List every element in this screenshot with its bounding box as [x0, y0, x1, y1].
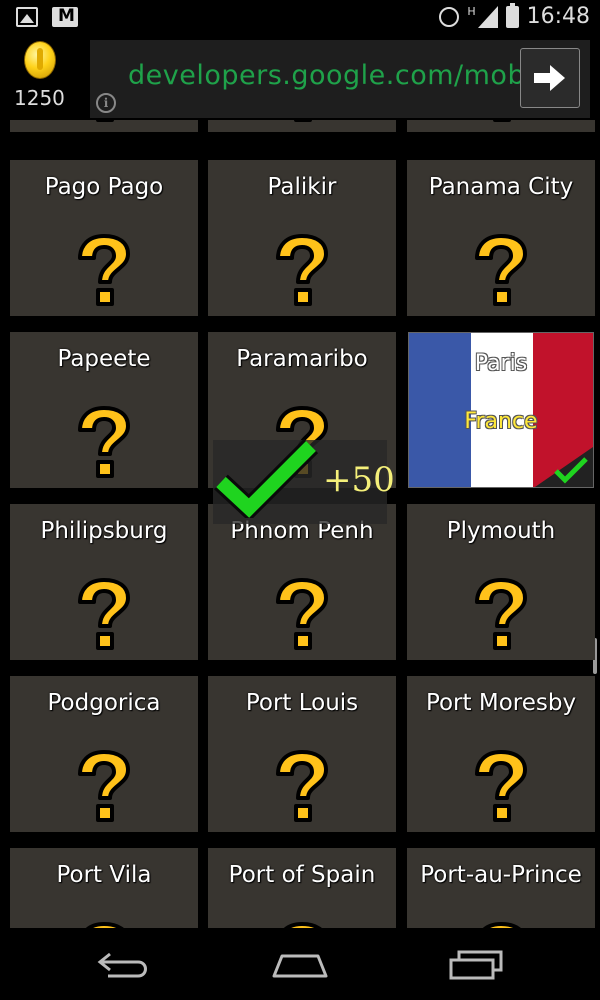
question-mark-icon	[276, 234, 328, 306]
recent-apps-icon[interactable]	[447, 942, 507, 986]
arrow-right-icon[interactable]	[520, 48, 580, 108]
question-mark-icon	[475, 234, 527, 306]
tile-partial[interactable]	[407, 120, 595, 132]
coin-icon	[24, 41, 56, 79]
check-icon	[554, 457, 588, 484]
check-icon	[214, 438, 319, 518]
question-mark-icon	[493, 120, 511, 122]
tile-city[interactable]: Phnom Penh	[208, 504, 396, 660]
tile-name: Philipsburg	[40, 518, 168, 544]
network-type: H	[467, 5, 476, 18]
tile-name: Paris	[474, 351, 528, 376]
reward-popup: +50	[213, 438, 395, 524]
question-mark-icon	[96, 120, 114, 122]
ad-banner[interactable]: developers.google.com/mob… i	[90, 40, 590, 118]
tile-partial[interactable]	[10, 120, 198, 132]
tile-name: Plymouth	[446, 518, 556, 544]
tile-name: Port of Spain	[228, 862, 376, 888]
tile-city[interactable]: Philipsburg	[10, 504, 198, 660]
tile-solved-flag[interactable]: Paris France	[408, 332, 594, 488]
coin-count: 1250	[14, 86, 65, 110]
tile-name: Port-au-Prince	[420, 862, 582, 888]
tile-name: Panama City	[428, 174, 574, 200]
tile-name: Papeete	[57, 346, 151, 372]
question-mark-icon	[78, 234, 130, 306]
reward-points: +50	[323, 460, 395, 500]
tile-city[interactable]: Pago Pago	[10, 160, 198, 316]
header: 1250 developers.google.com/mob… i	[0, 38, 600, 120]
status-bar: H 16:48	[0, 0, 600, 38]
tile-city[interactable]: Port Louis	[208, 676, 396, 832]
question-mark-icon	[78, 578, 130, 650]
home-icon[interactable]	[270, 942, 330, 986]
tile-name: Port Louis	[245, 690, 359, 716]
tile-name: Paramaribo	[236, 346, 368, 372]
tile-name: Port Vila	[56, 862, 152, 888]
question-mark-icon	[482, 922, 521, 928]
tile-city[interactable]: Palikir	[208, 160, 396, 316]
ad-url[interactable]: developers.google.com/mob…	[128, 60, 553, 91]
tile-city[interactable]: Port-au-Prince	[407, 848, 595, 928]
battery-icon	[505, 2, 519, 28]
question-mark-icon	[294, 120, 312, 122]
question-mark-icon	[85, 922, 124, 928]
info-icon[interactable]: i	[96, 93, 116, 113]
question-mark-icon	[475, 578, 527, 650]
tile-name: Podgorica	[47, 690, 161, 716]
tile-name: Pago Pago	[44, 174, 164, 200]
clock: 16:48	[526, 4, 590, 29]
tile-partial[interactable]	[208, 120, 396, 132]
navigation-bar	[0, 928, 600, 1000]
tile-city[interactable]: Port Vila	[10, 848, 198, 928]
tile-name: Palikir	[267, 174, 337, 200]
signal-icon	[477, 5, 498, 28]
tile-city[interactable]: Port of Spain	[208, 848, 396, 928]
question-mark-icon	[283, 922, 322, 928]
tile-city[interactable]: Papeete	[10, 332, 198, 488]
tile-city[interactable]: Port Moresby	[407, 676, 595, 832]
tile-city[interactable]: Panama City	[407, 160, 595, 316]
question-mark-icon	[475, 750, 527, 822]
question-mark-icon	[78, 406, 130, 478]
tile-country: France	[464, 409, 538, 434]
gmail-icon	[52, 6, 78, 27]
alarm-icon	[439, 6, 460, 27]
gallery-icon	[16, 7, 38, 27]
tile-city[interactable]: Podgorica	[10, 676, 198, 832]
question-mark-icon	[276, 578, 328, 650]
question-mark-icon	[276, 750, 328, 822]
city-grid[interactable]: Pago Pago Palikir Panama City Papeete Parama…	[0, 120, 600, 928]
back-icon[interactable]	[94, 942, 154, 986]
tile-name: Port Moresby	[425, 690, 577, 716]
question-mark-icon	[78, 750, 130, 822]
tile-city[interactable]: Plymouth	[407, 504, 595, 660]
